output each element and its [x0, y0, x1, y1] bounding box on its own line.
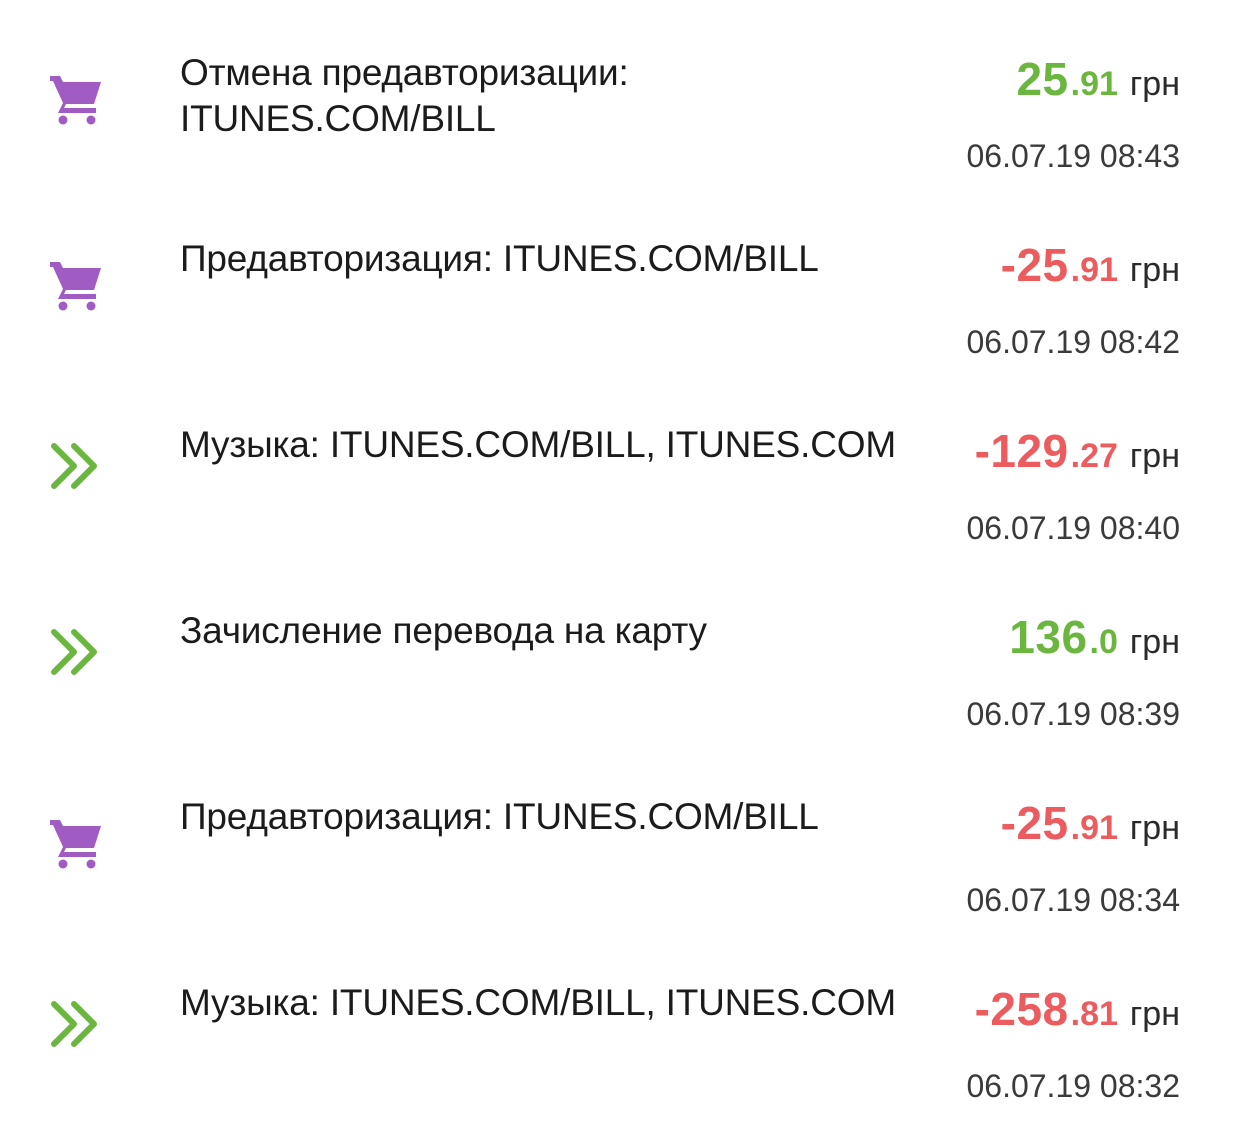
transaction-row[interactable]: Отмена предавторизации: ITUNES.COM/BILL …	[0, 0, 1242, 186]
transaction-row[interactable]: Музыка: ITUNES.COM/BILL, ITUNES.COM -129…	[0, 372, 1242, 558]
amount-integer: 136	[1009, 611, 1088, 663]
transaction-datetime: 06.07.19 08:39	[966, 696, 1180, 732]
transaction-row[interactable]: Музыка: ITUNES.COM/BILL, ITUNES.COM -258…	[0, 930, 1242, 1116]
transaction-description: Предавторизация: ITUNES.COM/BILL	[180, 238, 819, 279]
shopping-cart-icon	[46, 68, 106, 128]
amount-currency: грн	[1129, 995, 1180, 1033]
amount-integer: 25	[1016, 53, 1069, 105]
amount-integer: -129	[974, 425, 1069, 477]
amount-decimal: .81	[1070, 995, 1118, 1033]
transaction-description: Музыка: ITUNES.COM/BILL, ITUNES.COM	[180, 424, 896, 465]
amount-currency: грн	[1129, 437, 1180, 475]
amount-decimal: .91	[1070, 65, 1118, 103]
amount-decimal: .0	[1089, 623, 1118, 661]
transaction-amount: -25.91 грн	[1001, 238, 1180, 292]
amount-currency: грн	[1129, 809, 1180, 847]
transaction-datetime: 06.07.19 08:43	[966, 138, 1180, 174]
transaction-amount: -129.27 грн	[975, 424, 1180, 478]
amount-decimal: .27	[1070, 437, 1118, 475]
transaction-description: Предавторизация: ITUNES.COM/BILL	[180, 796, 819, 837]
amount-currency: грн	[1129, 251, 1180, 289]
transaction-amount: -25.91 грн	[1001, 796, 1180, 850]
amount-decimal: .91	[1070, 251, 1118, 289]
shopping-cart-icon	[46, 254, 106, 314]
amount-currency: грн	[1129, 65, 1180, 103]
transaction-amount: -258.81 грн	[975, 982, 1180, 1036]
shopping-cart-icon	[46, 812, 106, 872]
transaction-row[interactable]: Предавторизация: ITUNES.COM/BILL -25.91 г…	[0, 744, 1242, 930]
transaction-row[interactable]: Предавторизация: ITUNES.COM/BILL -25.91 г…	[0, 186, 1242, 372]
amount-currency: грн	[1129, 623, 1180, 661]
transaction-amount: 136.0 грн	[1009, 610, 1180, 664]
amount-integer: -25	[1000, 797, 1069, 849]
double-chevron-right-icon	[46, 994, 106, 1054]
double-chevron-right-icon	[46, 436, 106, 496]
transaction-datetime: 06.07.19 08:40	[966, 510, 1180, 546]
transaction-description: Зачисление перевода на карту	[180, 610, 707, 651]
transaction-amount: 25.91 грн	[1016, 52, 1180, 106]
transaction-datetime: 06.07.19 08:42	[966, 324, 1180, 360]
transaction-list: Отмена предавторизации: ITUNES.COM/BILL …	[0, 0, 1242, 1145]
amount-integer: -258	[974, 983, 1069, 1035]
amount-decimal: .91	[1070, 809, 1118, 847]
amount-integer: -25	[1000, 239, 1069, 291]
transaction-row[interactable]: Зачисление перевода на карту 136.0 грн 06…	[0, 558, 1242, 744]
transaction-datetime: 06.07.19 08:34	[966, 882, 1180, 918]
transaction-description: Отмена предавторизации: ITUNES.COM/BILL	[180, 52, 629, 139]
double-chevron-right-icon	[46, 622, 106, 682]
transaction-datetime: 06.07.19 08:32	[966, 1068, 1180, 1104]
transaction-description: Музыка: ITUNES.COM/BILL, ITUNES.COM	[180, 982, 896, 1023]
